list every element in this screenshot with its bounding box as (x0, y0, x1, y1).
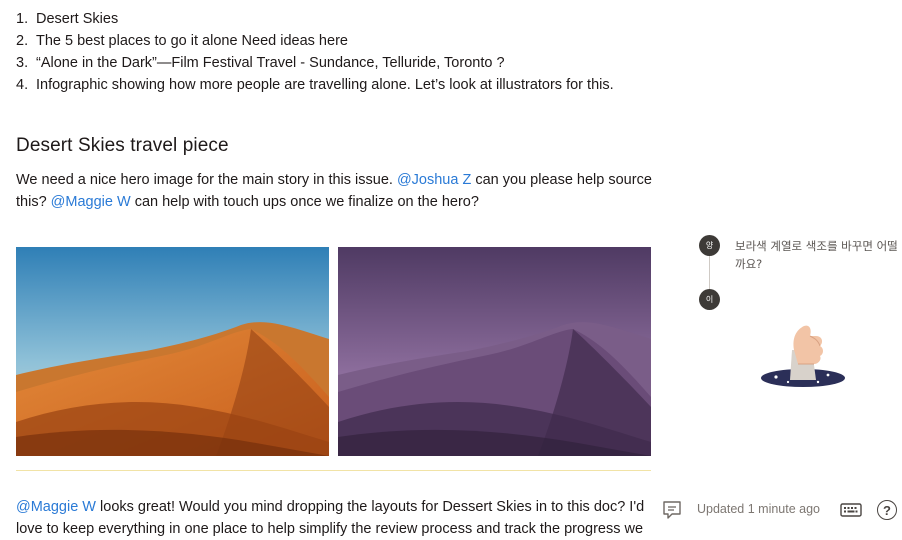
help-icon[interactable]: ? (877, 500, 897, 520)
reply-paragraph[interactable]: @Maggie W looks great! Would you mind dr… (16, 496, 656, 540)
list-item[interactable]: 2. The 5 best places to go it alone Need … (16, 30, 614, 52)
list-item[interactable]: 3. “Alone in the Dark”—Film Festival Trav… (16, 52, 614, 74)
comment-icon[interactable] (661, 499, 683, 526)
mention-maggie[interactable]: @Maggie W (51, 194, 131, 210)
list-item[interactable]: 1. Desert Skies (16, 8, 614, 30)
desert-hero-image-original[interactable] (16, 247, 329, 456)
section-heading[interactable]: Desert Skies travel piece (16, 135, 229, 157)
mention-joshua[interactable]: @Joshua Z (397, 172, 471, 188)
keyboard-icon[interactable] (840, 502, 862, 523)
agenda-list: 1. Desert Skies 2. The 5 best places to go… (16, 8, 614, 96)
thumbs-up-illustration (758, 320, 848, 395)
desert-hero-image-purple[interactable] (338, 247, 651, 456)
avatar[interactable]: 양 (699, 235, 720, 256)
intro-paragraph[interactable]: We need a nice hero image for the main s… (16, 169, 656, 213)
list-item[interactable]: 4. Infographic showing how more people ar… (16, 74, 614, 96)
comment-text[interactable]: 보라색 계열로 색조를 바꾸면 어떨까요? (735, 237, 900, 273)
updated-status: Updated 1 minute ago (697, 502, 821, 516)
mention-maggie[interactable]: @Maggie W (16, 499, 96, 515)
divider (16, 470, 651, 471)
avatar[interactable]: 이 (699, 289, 720, 310)
